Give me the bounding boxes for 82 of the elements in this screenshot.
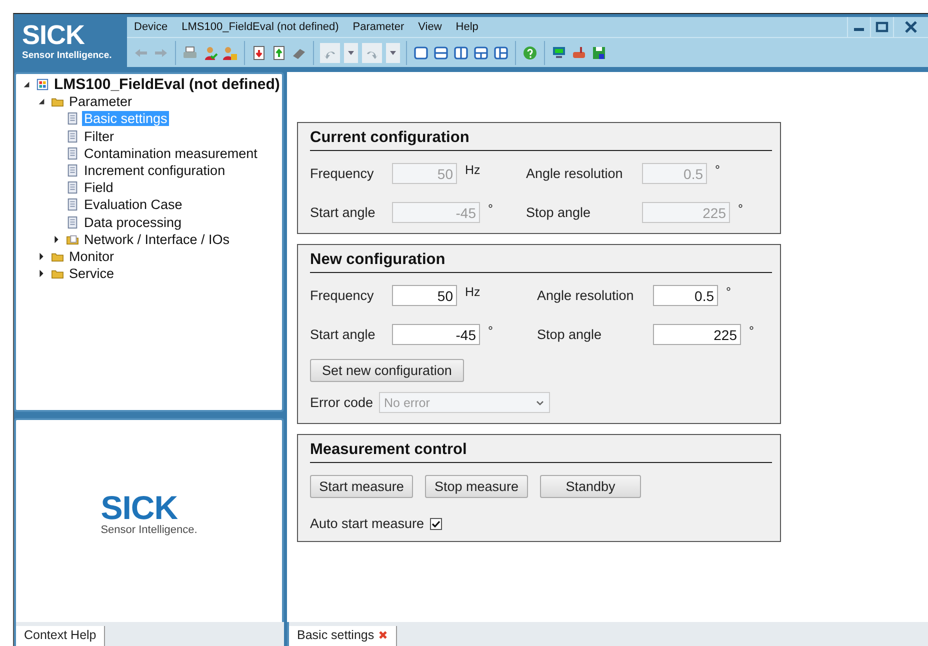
document-down-icon[interactable] — [251, 44, 267, 60]
field-label: Angle resolution — [526, 166, 624, 181]
checkbox[interactable] — [430, 518, 442, 530]
menu-item[interactable]: LMS100_FieldEval (not defined) — [174, 21, 346, 33]
unit-label: ° — [738, 202, 743, 216]
unit-label: Hz — [465, 285, 480, 299]
collapse-arrow-icon[interactable] — [37, 97, 46, 106]
device-icon — [36, 78, 49, 92]
menu-item[interactable]: Help — [448, 21, 486, 33]
expand-arrow-icon[interactable] — [37, 252, 46, 261]
unit-label: ° — [715, 163, 720, 177]
unit-label: ° — [488, 202, 493, 216]
field-label: Frequency — [310, 288, 375, 303]
field-label: Start angle — [310, 205, 376, 220]
tree-item[interactable]: Parameter — [67, 94, 134, 110]
menu-item[interactable]: Device — [127, 21, 175, 33]
layout-side-icon[interactable] — [493, 44, 509, 60]
save-icon[interactable] — [591, 44, 607, 60]
tree-item[interactable]: LMS100_FieldEval (not defined) — [52, 76, 282, 94]
field-label: Stop angle — [537, 327, 603, 342]
layout-columns-icon[interactable] — [453, 44, 469, 60]
document-up-icon[interactable] — [271, 44, 287, 60]
user-check-icon[interactable] — [202, 44, 218, 60]
brand-logo: SICK — [100, 492, 178, 524]
field-label: Frequency — [310, 166, 375, 181]
brand-logo: SICK — [22, 22, 86, 48]
tree-item[interactable]: Monitor — [67, 248, 116, 264]
section-title: Measurement control — [310, 441, 772, 463]
unit-label: ° — [726, 285, 731, 299]
field-label: Start angle — [310, 327, 376, 342]
layout-single-icon[interactable] — [413, 44, 429, 60]
layout-rows-icon[interactable] — [433, 44, 449, 60]
input-field[interactable]: 50 — [392, 285, 457, 306]
document-icon — [66, 181, 79, 194]
users-icon[interactable] — [222, 44, 238, 60]
document-icon — [66, 112, 79, 126]
expand-arrow-icon[interactable] — [52, 234, 61, 244]
menu-item[interactable]: Parameter — [346, 21, 412, 33]
tree-item[interactable]: Data processing — [82, 214, 184, 230]
tab[interactable]: Basic settings — [289, 626, 398, 646]
document-icon — [66, 198, 79, 212]
input-field[interactable]: -45 — [392, 324, 480, 345]
unit-label: ° — [749, 324, 754, 338]
input-field[interactable]: 0.5 — [653, 285, 718, 306]
checkbox-label: Auto start measure — [310, 516, 424, 531]
caret-icon[interactable] — [386, 42, 400, 62]
tagline: Sensor Intelligence. — [100, 524, 198, 536]
menu-item[interactable]: View — [411, 21, 449, 33]
input-field[interactable]: 225 — [653, 324, 741, 345]
field-label: Error code — [310, 395, 374, 410]
document-icon — [66, 130, 79, 143]
measure-button[interactable]: Standby — [540, 475, 641, 498]
layout-grid-icon[interactable] — [473, 44, 489, 60]
close-icon[interactable] — [378, 630, 388, 640]
help-icon[interactable] — [522, 44, 538, 60]
document-icon — [66, 216, 79, 229]
tree-item[interactable]: Evaluation Case — [82, 197, 184, 212]
tree-item[interactable]: Increment configuration — [82, 163, 228, 178]
set-configuration-button[interactable]: Set new configuration — [310, 359, 464, 382]
tagline: Sensor Intelligence. — [22, 50, 113, 61]
section-title: New configuration — [310, 251, 772, 273]
field-label: Stop angle — [526, 205, 592, 220]
field-label: Angle resolution — [537, 288, 635, 303]
section-title: Current configuration — [310, 129, 772, 151]
unit-label: ° — [488, 324, 493, 338]
monitor-icon[interactable] — [551, 44, 567, 60]
printer-icon[interactable] — [182, 44, 198, 60]
tab[interactable]: Context Help — [16, 626, 106, 646]
tree-item[interactable]: Contamination measurement — [82, 146, 260, 161]
document-icon — [66, 146, 79, 160]
document-icon — [66, 164, 79, 178]
unit-label: Hz — [465, 163, 480, 177]
tree-item[interactable]: Service — [67, 266, 116, 282]
expand-arrow-icon[interactable] — [37, 269, 46, 278]
tree-item[interactable]: Filter — [82, 128, 116, 144]
tree-item[interactable]: Field — [82, 180, 116, 196]
folder-icon — [66, 232, 79, 246]
collapse-arrow-icon[interactable] — [22, 80, 31, 90]
measure-button[interactable]: Stop measure — [425, 475, 528, 498]
tree-item[interactable]: Network / Interface / IOs — [82, 232, 232, 247]
measure-button[interactable]: Start measure — [310, 475, 413, 498]
caret-icon[interactable] — [344, 42, 358, 62]
